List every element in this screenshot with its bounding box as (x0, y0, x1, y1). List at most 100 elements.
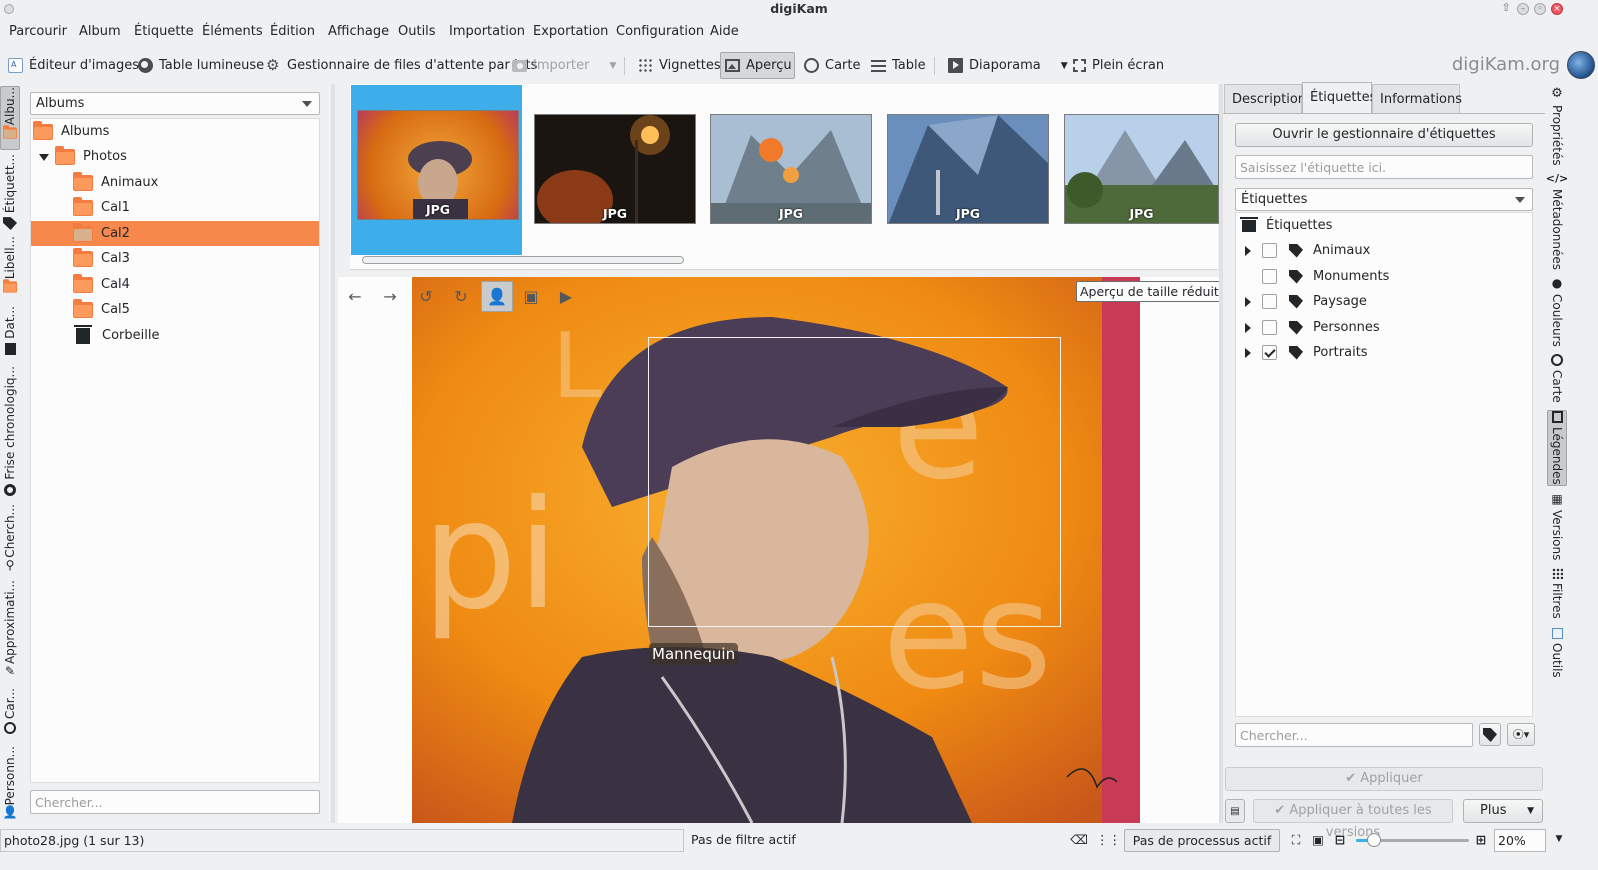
tag-item-paysage[interactable]: Paysage (1236, 289, 1532, 314)
tab-properties[interactable]: ⚙ Propriétés (1547, 86, 1567, 170)
zoom-slider-handle[interactable] (1367, 833, 1381, 847)
forward-arrow-icon[interactable]: → (375, 281, 405, 311)
rotate-right-icon[interactable]: ↻ (446, 281, 476, 311)
tags-combo[interactable]: Étiquettes (1235, 188, 1533, 211)
clear-filter-icon[interactable]: ⌫ (1067, 829, 1091, 852)
menu-outils[interactable]: Outils (398, 24, 436, 39)
tree-item-cal4[interactable]: Cal4 (31, 272, 319, 297)
close-icon[interactable]: × (1551, 3, 1563, 15)
apply-button[interactable]: ✔ Appliquer (1225, 767, 1543, 791)
tag-checkbox[interactable] (1262, 320, 1277, 335)
left-splitter[interactable] (331, 84, 335, 823)
face-region[interactable] (648, 337, 1061, 627)
tag-item-personnes[interactable]: Personnes (1236, 315, 1532, 340)
slideshow-dropdown-icon[interactable]: ▼ (1061, 61, 1068, 71)
tab-description[interactable]: Description (1224, 84, 1306, 113)
filter-grid-icon[interactable]: ⋮⋮ (1096, 829, 1121, 852)
thumbnail-3[interactable]: JPG (710, 114, 872, 224)
tab-people[interactable]: Personn... 👤 (0, 746, 20, 820)
tab-map[interactable]: Car... (0, 688, 20, 738)
zoom-dropdown-icon[interactable]: ▼ (1548, 829, 1570, 852)
window-menu-icon[interactable] (4, 4, 14, 14)
thumbnail-5[interactable]: JPG (1064, 114, 1219, 224)
tab-filters[interactable]: Filtres (1547, 568, 1567, 624)
table-button[interactable]: Table (867, 52, 930, 79)
add-face-icon[interactable]: ▣ (516, 281, 546, 311)
menu-importation[interactable]: Importation (449, 24, 525, 39)
tab-colors[interactable]: ● Couleurs (1547, 276, 1567, 348)
expand-icon[interactable] (37, 152, 51, 162)
menu-parcourir[interactable]: Parcourir (9, 24, 67, 39)
zoom-in-icon[interactable]: ⊞ (1472, 829, 1490, 852)
fullscreen-button[interactable]: Plein écran (1069, 52, 1168, 79)
face-tag-label[interactable]: Mannequin (649, 643, 739, 665)
menu-aide[interactable]: Aide (710, 24, 739, 39)
zoom-100-icon[interactable]: ▣ (1309, 829, 1327, 852)
tag-item-animaux[interactable]: Animaux (1236, 238, 1532, 263)
face-tag-toggle-icon[interactable]: 👤 (481, 281, 513, 312)
tag-item-portraits[interactable]: Portraits (1236, 340, 1532, 365)
rotate-left-icon[interactable]: ↺ (411, 281, 441, 311)
tab-tags[interactable]: Étiquett... (0, 154, 20, 230)
tree-item-albums[interactable]: Albums (31, 119, 319, 144)
light-table-button[interactable]: Table lumineuse (134, 52, 268, 79)
tab-timeline[interactable]: Frise chronologiq... (0, 366, 20, 496)
tree-item-cal5[interactable]: Cal5 (31, 297, 319, 322)
tag-filter-button[interactable] (1479, 723, 1501, 746)
tab-metadata[interactable]: </> Métadonnées (1546, 172, 1568, 272)
slideshow-button[interactable]: Diaporama ▼ (944, 52, 1072, 79)
brand-text[interactable]: digiKam.org (1452, 54, 1560, 75)
zoom-field[interactable]: 20% (1494, 829, 1546, 852)
tag-input[interactable]: Saisissez l'étiquette ici. (1235, 155, 1533, 179)
photo-preview[interactable]: pi e es L Mannequin (412, 277, 1140, 823)
tree-item-photos[interactable]: Photos (31, 144, 319, 169)
menu-configuration[interactable]: Configuration (616, 24, 704, 39)
apply-all-versions-button[interactable]: ✔ Appliquer à toutes les versions (1253, 799, 1453, 840)
tag-item-monuments[interactable]: Monuments (1236, 264, 1532, 289)
album-search-input[interactable]: Chercher... (30, 790, 320, 814)
tag-root[interactable]: Étiquettes (1236, 213, 1532, 238)
tab-dates[interactable]: Dat... (0, 306, 20, 358)
expand-icon[interactable] (1242, 296, 1256, 307)
status-process[interactable]: Pas de processus actif (1124, 829, 1280, 852)
revert-button[interactable]: ▤ (1225, 799, 1245, 823)
thumbnails-button[interactable]: Vignettes (634, 52, 725, 79)
tree-item-animaux[interactable]: Animaux (31, 170, 319, 195)
import-button[interactable]: Importer ▼ (508, 52, 620, 79)
tab-fuzzy-search[interactable]: Approximati... ✎ (0, 580, 20, 678)
expand-icon[interactable] (1242, 245, 1256, 256)
tree-item-cal1[interactable]: Cal1 (31, 195, 319, 220)
tree-item-trash[interactable]: Corbeille (31, 323, 319, 348)
tab-tools[interactable]: Outils (1547, 628, 1567, 684)
open-tag-manager-button[interactable]: Ouvrir le gestionnaire d'étiquettes (1235, 123, 1533, 147)
thumbnail-2[interactable]: JPG (534, 114, 696, 224)
preview-button[interactable]: Aperçu (720, 52, 795, 79)
albums-combo[interactable]: Albums (30, 92, 320, 115)
thumbnail-4[interactable]: JPG (887, 114, 1049, 224)
tab-versions[interactable]: ▦ Versions (1547, 492, 1567, 564)
tab-geolocation[interactable]: Carte (1547, 354, 1567, 406)
tree-item-cal2[interactable]: Cal2 (31, 221, 319, 246)
minimize-icon[interactable]: – (1517, 3, 1529, 15)
more-button[interactable]: Plus ▼ (1463, 799, 1543, 823)
keep-above-icon[interactable]: ⇧ (1500, 2, 1512, 15)
maximize-icon[interactable]: ◦ (1534, 3, 1546, 15)
import-dropdown-icon[interactable]: ▼ (610, 61, 617, 71)
zoom-out-icon[interactable]: ⊟ (1331, 829, 1349, 852)
fit-window-icon[interactable]: ⛶ (1287, 829, 1305, 852)
tab-search[interactable]: Cherch... ⚲ (0, 504, 20, 572)
tab-information[interactable]: Informations (1372, 84, 1462, 113)
menu-edition[interactable]: Édition (270, 24, 315, 39)
tab-labels[interactable]: Libell... (0, 236, 20, 298)
menu-elements[interactable]: Éléments (202, 24, 263, 39)
menu-exportation[interactable]: Exportation (533, 24, 608, 39)
tag-checkbox[interactable] (1262, 294, 1277, 309)
digikam-logo[interactable] (1567, 51, 1595, 79)
expand-icon[interactable] (1242, 347, 1256, 358)
thumbnail-scrollbar[interactable] (362, 256, 684, 264)
menu-etiquette[interactable]: Étiquette (134, 24, 194, 39)
batch-queue-button[interactable]: ⚙ Gestionnaire de files d'attente par lo… (262, 52, 541, 79)
thumbnail-1[interactable]: JPG (357, 110, 519, 220)
tab-captions[interactable]: Légendes (1547, 410, 1567, 486)
map-button[interactable]: Carte (800, 52, 864, 79)
